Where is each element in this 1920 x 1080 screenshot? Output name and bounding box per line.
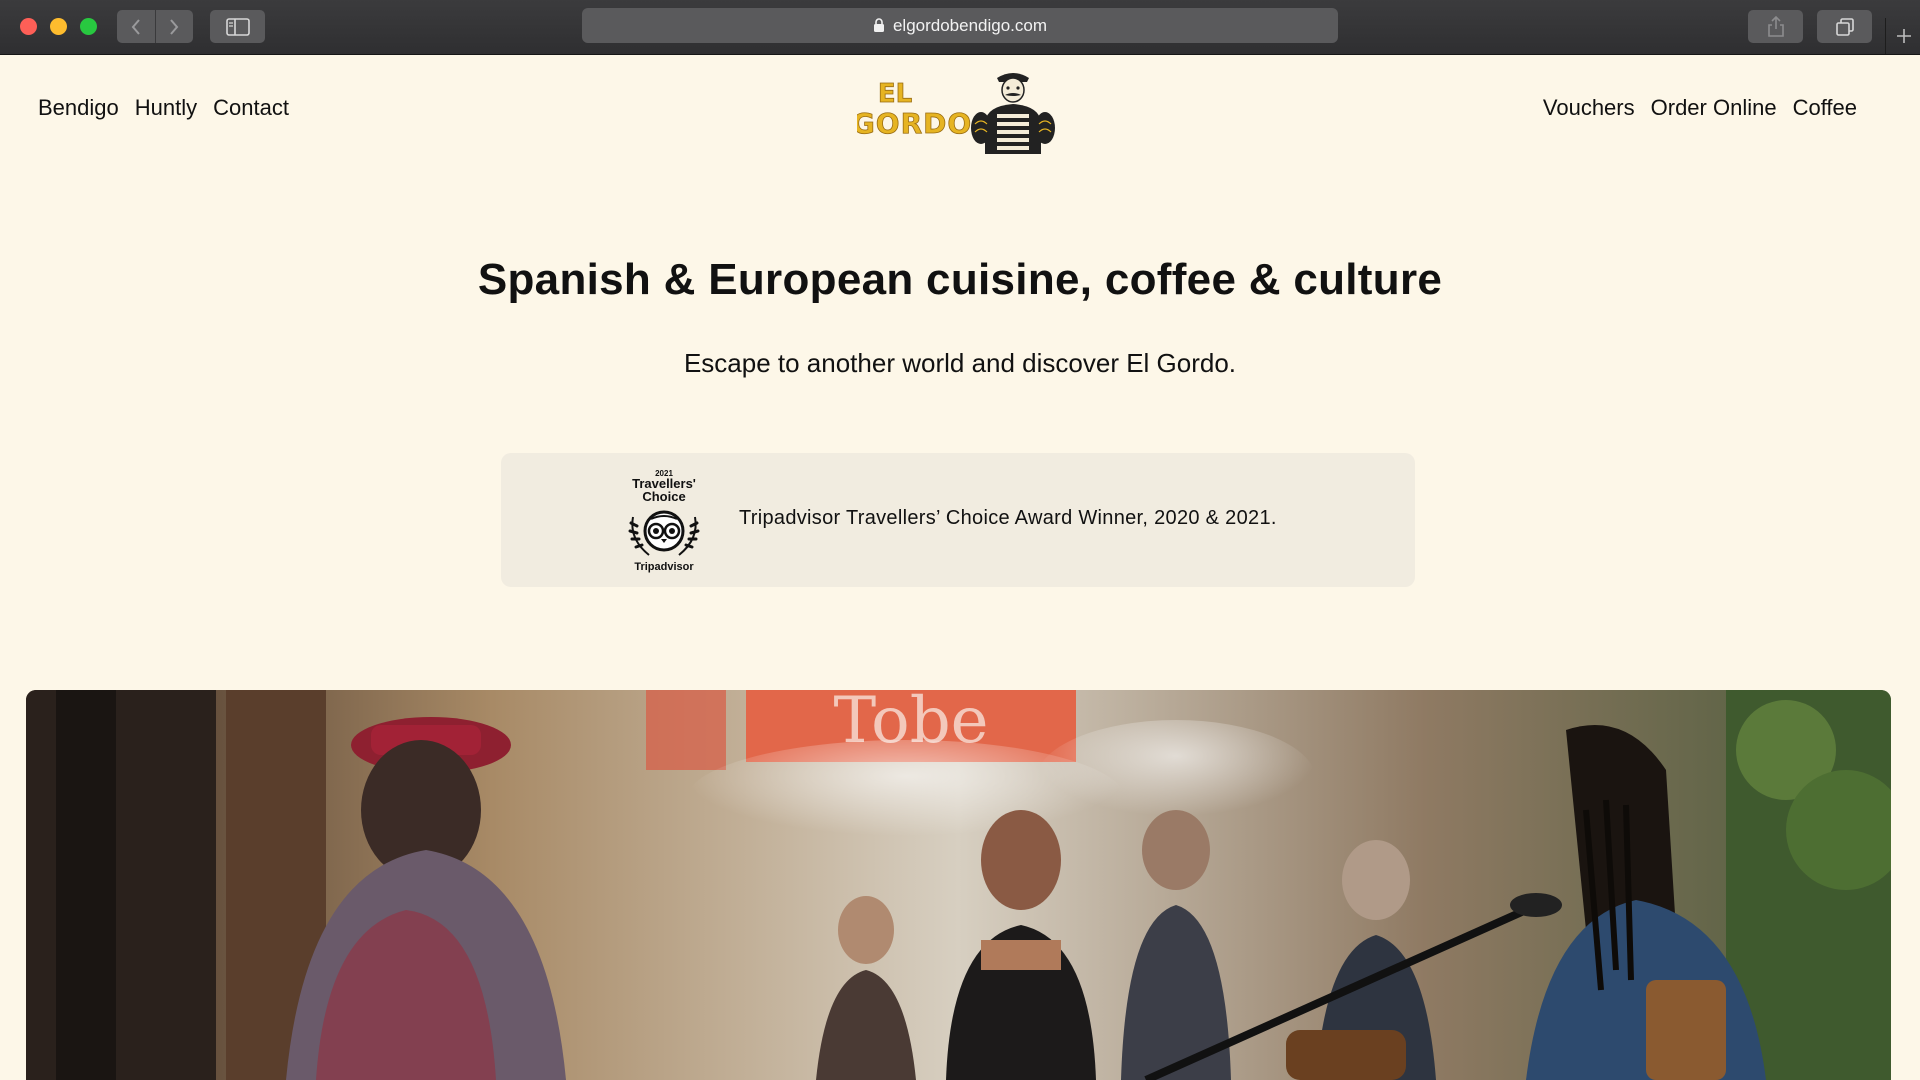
award-banner: 2021 Travellers' Choice Tripadvisor Trip… <box>501 453 1415 587</box>
svg-text:GORDO: GORDO <box>857 107 972 140</box>
chevron-right-icon <box>170 18 179 35</box>
close-window-button[interactable] <box>20 18 37 35</box>
back-button[interactable] <box>117 10 155 43</box>
service-nav: Vouchers Order Online Coffee <box>1543 95 1857 121</box>
page-subtitle: Escape to another world and discover El … <box>683 348 1237 378</box>
address-bar[interactable]: elgordobendigo.com <box>582 8 1338 43</box>
nav-link-order-online[interactable]: Order Online <box>1651 95 1777 121</box>
tabs-overview-icon <box>1835 17 1854 36</box>
sidebar-toggle-button[interactable] <box>210 10 265 43</box>
lock-icon <box>873 18 885 33</box>
page-title: Spanish & European cuisine, coffee & cul… <box>477 255 1443 304</box>
tripadvisor-badge[interactable]: 2021 Travellers' Choice Tripadvisor <box>619 467 709 575</box>
browser-toolbar: elgordobendigo.com <box>0 0 1920 55</box>
nav-link-bendigo[interactable]: Bendigo <box>38 95 119 121</box>
new-tab-button[interactable] <box>1885 18 1920 54</box>
location-nav: Bendigo Huntly Contact <box>38 95 289 121</box>
sidebar-icon <box>225 17 250 36</box>
share-button[interactable] <box>1748 10 1803 43</box>
chevron-left-icon <box>131 18 140 35</box>
nav-link-coffee[interactable]: Coffee <box>1793 95 1857 121</box>
nav-link-contact[interactable]: Contact <box>213 95 289 121</box>
street-scene-photo: Tobe <box>26 690 1891 1080</box>
svg-text:EL: EL <box>878 79 912 109</box>
award-description: Tripadvisor Travellers’ Choice Award Win… <box>739 507 1277 529</box>
minimize-window-button[interactable] <box>50 18 67 35</box>
show-tabs-button[interactable] <box>1817 10 1872 43</box>
svg-text:Choice: Choice <box>642 489 685 504</box>
plus-icon <box>1896 29 1911 43</box>
url-text: elgordobendigo.com <box>892 15 1048 35</box>
zoom-window-button[interactable] <box>80 18 97 35</box>
nav-link-vouchers[interactable]: Vouchers <box>1543 95 1635 121</box>
history-nav <box>117 10 193 43</box>
el-gordo-logo[interactable]: EL GORDO <box>851 66 1057 158</box>
forward-button[interactable] <box>154 10 193 43</box>
share-icon <box>1767 15 1784 37</box>
svg-text:Tripadvisor: Tripadvisor <box>634 561 694 573</box>
nav-link-huntly[interactable]: Huntly <box>135 95 197 121</box>
